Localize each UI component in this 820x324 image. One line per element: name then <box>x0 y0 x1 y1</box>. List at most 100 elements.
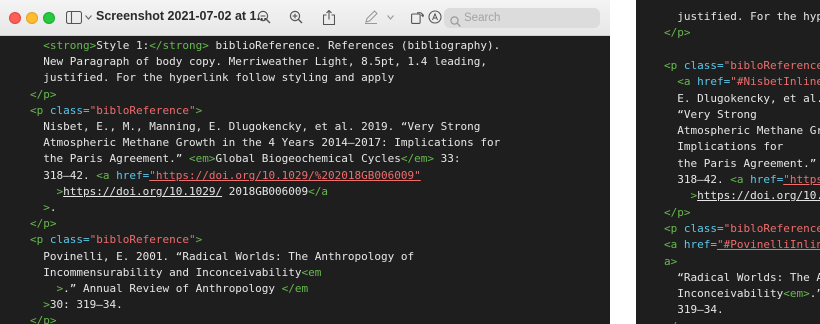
code-token: > <box>664 189 698 203</box>
code-token: Implications for <box>664 140 784 154</box>
code-line: justified. For the hyperlink follow styl… <box>30 69 394 87</box>
code-token: E. Dlugokencky, et al. <box>664 91 820 105</box>
code-line: a> <box>664 253 677 271</box>
code-token: .” <box>809 287 820 301</box>
code-token: > <box>30 282 64 295</box>
code-line: >https://doi.org/10.1 <box>664 187 820 205</box>
code-token: href= <box>116 168 150 182</box>
code-token: justified. For the hyperlink follow styl… <box>30 71 395 85</box>
code-token: 30: 319–34. <box>49 298 123 312</box>
chevron-down-icon[interactable] <box>386 7 394 27</box>
code-line: </p> <box>664 24 691 42</box>
markup-pen-icon[interactable] <box>364 7 378 27</box>
code-token: .” Annual Review of Anthropology <box>63 282 282 295</box>
pane-divider <box>610 0 636 324</box>
code-token: > <box>30 184 64 198</box>
code-line: the Paris Agreement.” < <box>664 155 820 173</box>
code-token: Atmospheric Methane Growth in the 4 Year… <box>30 136 501 150</box>
code-line: <p class="bibloReference" <box>664 220 820 238</box>
code-line: >https://doi.org/10.1029/ 2018GB006009</… <box>30 183 328 201</box>
code-token: <p <box>30 103 50 117</box>
code-token: </strong> <box>149 39 209 52</box>
share-icon[interactable] <box>322 7 336 27</box>
code-token: href= <box>683 238 717 252</box>
chevron-down-icon[interactable] <box>84 7 92 27</box>
code-token: the Paris Agreement.” <box>30 152 189 166</box>
code-token: </p> <box>664 320 691 324</box>
code-token: href= <box>697 75 731 89</box>
code-token: justified. For the hype <box>664 10 820 23</box>
code-line: <p class="bibloReference" <box>664 57 820 75</box>
code-token: the Paris Agreement.” <box>664 156 820 170</box>
code-token: </p> <box>664 205 691 219</box>
code-token: Global Biogeochemical Cycles <box>215 152 401 166</box>
code-line: E. Dlugokencky, et al. <box>664 90 820 108</box>
code-token: class= <box>49 233 90 247</box>
code-token: </p> <box>30 217 57 231</box>
search-input[interactable] <box>464 8 592 28</box>
code-token: "https <box>783 173 820 186</box>
code-line: “Very Strong <box>664 106 756 124</box>
code-token: <p <box>664 221 684 235</box>
code-token: https://doi.org/10.1 <box>697 189 820 203</box>
code-line: </p> <box>30 312 57 324</box>
code-token: </em> <box>400 152 435 166</box>
code-token: 318–42. <box>664 173 731 186</box>
code-token: a> <box>664 254 678 268</box>
close-window-button[interactable] <box>9 12 21 24</box>
code-token: biblioReference. References (bibliograph… <box>208 39 501 52</box>
code-token: > <box>30 201 50 214</box>
code-token: </p> <box>30 87 57 101</box>
code-token: </p> <box>30 314 57 324</box>
code-token: > <box>30 298 50 312</box>
code-token: Incommensurability and Inconceivability <box>30 265 302 279</box>
code-token: href= <box>750 173 784 186</box>
code-token: New Paragraph of body copy. Merriweather… <box>30 55 487 69</box>
code-token: <p <box>664 58 684 72</box>
code-token: "bibloReference" <box>723 58 820 72</box>
code-token: “Radical Worlds: The A <box>664 270 820 284</box>
code-token: . <box>49 201 57 214</box>
window-title: Screenshot 2021-07-02 at 1... <box>96 9 267 23</box>
code-line: <a href="#NisbetInline" <box>664 73 820 91</box>
code-token: <em <box>301 265 322 279</box>
code-token: </em <box>281 282 309 295</box>
code-token: "#PovinelliInline <box>717 238 820 252</box>
code-token: "https://doi.org/10.1029/%202018GB006009… <box>149 168 421 182</box>
code-token: "bibloReference" <box>89 233 196 247</box>
code-line: <a href="#PovinelliInline <box>664 236 820 254</box>
code-token: <em> <box>783 287 810 301</box>
code-line: </p> <box>664 204 691 222</box>
code-token: 319–34. <box>664 303 724 317</box>
code-token: Atmospheric Methane Gro <box>664 124 820 138</box>
code-token: <a <box>664 238 684 252</box>
code-token: > <box>195 103 203 117</box>
code-token: > <box>195 233 203 247</box>
search-icon <box>450 12 461 31</box>
zoom-window-button[interactable] <box>43 12 55 24</box>
sidebar-toggle-icon[interactable] <box>64 7 84 27</box>
code-line: Atmospheric Methane Gro <box>664 122 820 140</box>
minimize-window-button[interactable] <box>26 12 38 24</box>
code-token: "bibloReference" <box>89 103 196 117</box>
code-token: <p <box>30 233 50 247</box>
code-token: <a <box>96 168 117 182</box>
code-token: "#NisbetInline" <box>730 75 820 89</box>
code-token: class= <box>49 103 90 117</box>
rotate-icon[interactable] <box>410 7 424 27</box>
zoom-in-icon[interactable] <box>288 7 304 27</box>
code-view-right-window: justified. For the hype </p> <p class="bib… <box>636 0 820 324</box>
code-token: </p> <box>664 26 691 40</box>
code-line: </p> <box>664 318 691 324</box>
code-token: class= <box>683 58 724 72</box>
preview-window: Screenshot 2021-07-02 at 1... < <box>0 0 610 324</box>
annotate-icon[interactable] <box>428 7 442 27</box>
code-token: 318–42. <box>30 168 97 182</box>
code-token: Inconceivability <box>664 287 784 301</box>
code-token: <strong> <box>30 39 97 52</box>
code-line: Inconceivability<em>.” <box>664 285 820 303</box>
zoom-out-icon[interactable] <box>256 7 272 27</box>
code-token: "bibloReference" <box>723 221 820 235</box>
search-field[interactable] <box>444 8 600 28</box>
code-token: https://doi.org/10.1029/ <box>63 184 223 198</box>
